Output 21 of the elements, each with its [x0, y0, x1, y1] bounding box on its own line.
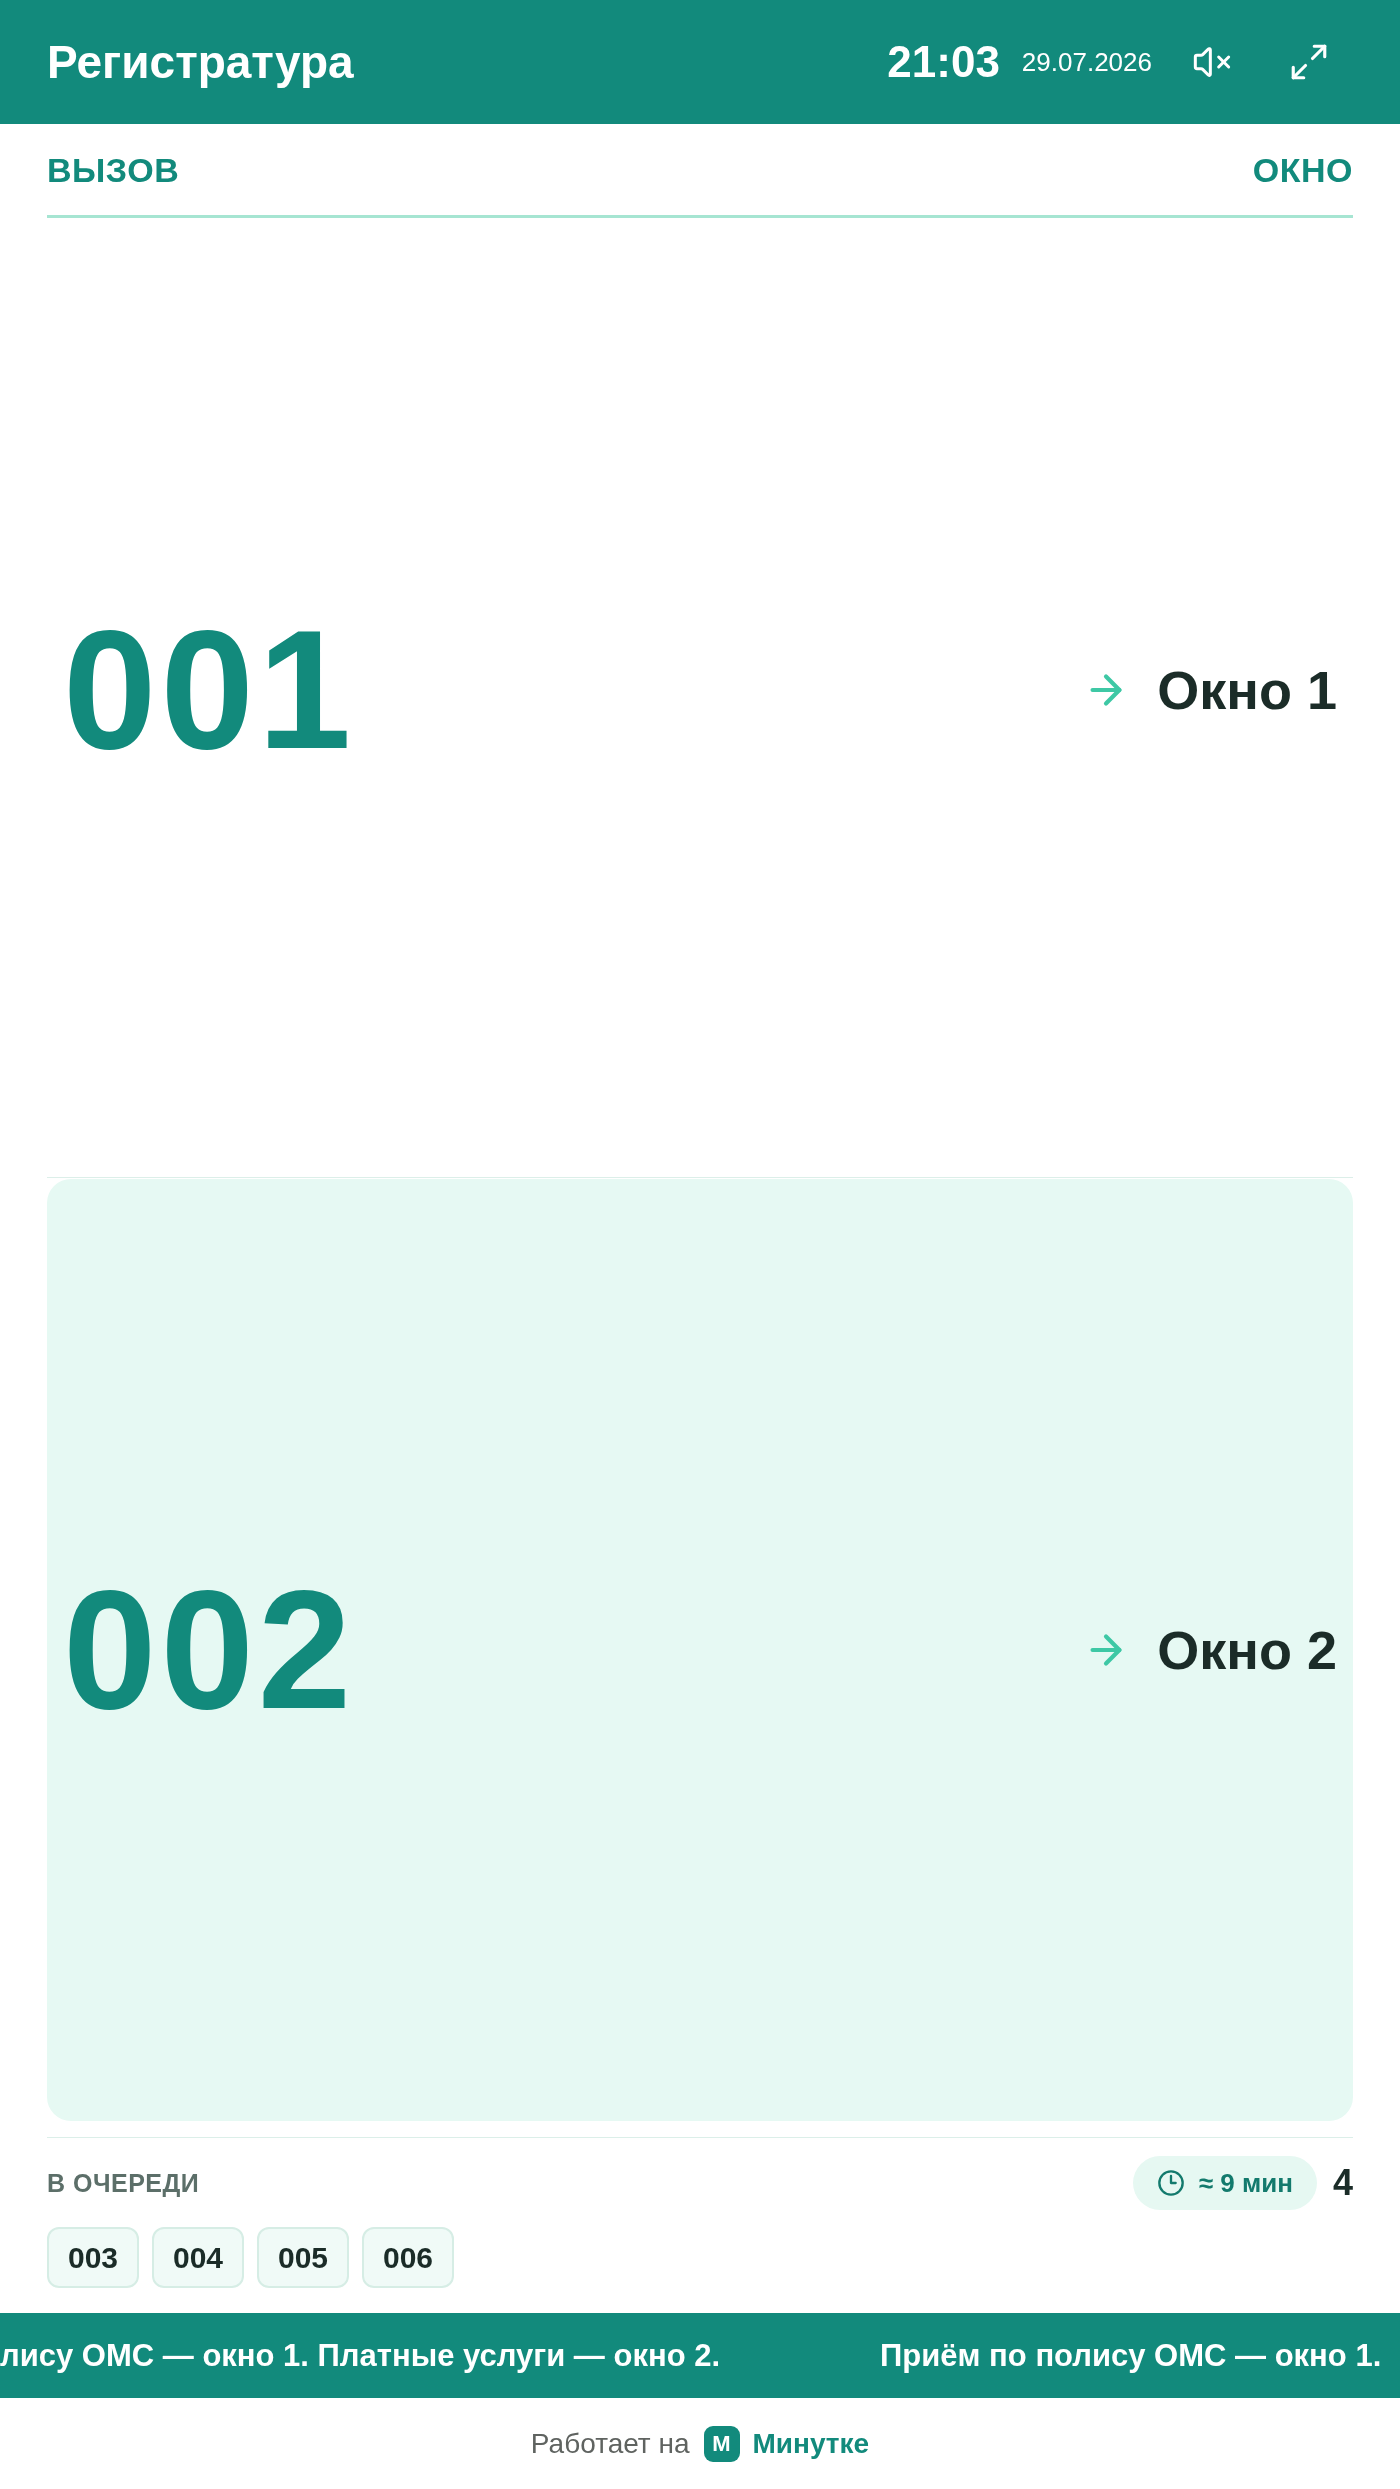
queue-ticket: 006 — [362, 2227, 454, 2288]
clock-icon — [1156, 2169, 1185, 2197]
queue-ticket: 003 — [47, 2227, 139, 2288]
powered-by-text: Работает на — [530, 2429, 690, 2458]
column-header: ОКНО — [1252, 152, 1353, 187]
column-header: ВЫЗОВ — [47, 152, 180, 187]
ticket-number: 002 — [63, 1566, 356, 1734]
clock-time: 21:03 — [887, 40, 1000, 84]
queue-count: 4 — [1332, 2165, 1353, 2201]
ticker-text: Приём по полису ОМС — окно 1. — [880, 2340, 1382, 2371]
queue-label: В ОЧЕРЕДИ — [47, 2170, 200, 2196]
wait-time-text: ≈ 9 мин — [1198, 2170, 1293, 2196]
ticket-number: 001 — [63, 606, 356, 774]
brand-link[interactable]: Минутке — [752, 2429, 870, 2458]
date-text: 29.07.2026 — [1021, 49, 1152, 75]
window-label: Окно 2 — [1157, 1623, 1337, 1677]
queue-ticket: 004 — [152, 2227, 244, 2288]
queue-ticket: 005 — [257, 2227, 349, 2288]
window-label: Окно 1 — [1157, 663, 1337, 717]
ticker-text: лису ОМС — окно 1. Платные услуги — окно 2. — [0, 2340, 721, 2371]
brand-logo: М — [703, 2425, 740, 2462]
